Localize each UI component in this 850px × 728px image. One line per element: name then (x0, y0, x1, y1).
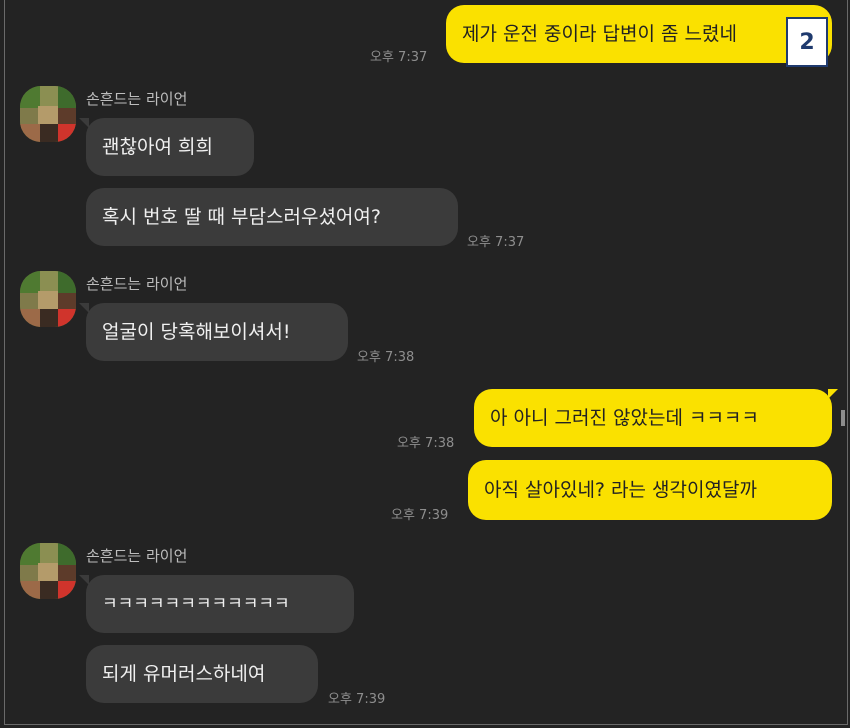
outgoing-message-bubble[interactable]: 제가 운전 중이라 답변이 좀 느렸네 (446, 5, 832, 63)
message-text: 아직 살아있네? 라는 생각이였달까 (484, 479, 757, 501)
sender-name: 손흔드는 라이언 (86, 547, 188, 565)
outgoing-message-bubble[interactable]: 아직 살아있네? 라는 생각이였달까 (468, 460, 832, 520)
sender-avatar[interactable] (20, 543, 76, 599)
message-timestamp: 오후 7:39 (391, 508, 449, 523)
message-text: 얼굴이 당혹해보이셔서! (102, 321, 291, 343)
incoming-message-bubble[interactable]: 괜찮아여 희희 (86, 118, 254, 176)
message-text: 괜찮아여 희희 (102, 136, 213, 158)
page-number: 2 (799, 29, 815, 55)
message-timestamp: 오후 7:38 (397, 436, 455, 451)
message-timestamp: 오후 7:38 (357, 350, 415, 365)
page-number-badge: 2 (786, 17, 828, 67)
sender-name: 손흔드는 라이언 (86, 90, 188, 108)
sender-name: 손흔드는 라이언 (86, 275, 188, 293)
message-text: 아 아니 그러진 않았는데 ㅋㅋㅋㅋ (490, 407, 759, 429)
message-text: ㅋㅋㅋㅋㅋㅋㅋㅋㅋㅋㅋㅋ (102, 594, 290, 614)
sender-avatar[interactable] (20, 271, 76, 327)
scroll-indicator (841, 410, 845, 426)
incoming-message-bubble[interactable]: 되게 유머러스하네여 (86, 645, 318, 703)
message-text: 제가 운전 중이라 답변이 좀 느렸네 (462, 23, 737, 45)
message-text: 혹시 번호 딸 때 부담스러우셨어여? (102, 206, 381, 228)
message-timestamp: 오후 7:39 (328, 692, 386, 707)
sender-avatar[interactable] (20, 86, 76, 142)
message-timestamp: 오후 7:37 (370, 50, 428, 65)
incoming-message-bubble[interactable]: ㅋㅋㅋㅋㅋㅋㅋㅋㅋㅋㅋㅋ (86, 575, 354, 633)
message-text: 되게 유머러스하네여 (102, 663, 266, 685)
incoming-message-bubble[interactable]: 혹시 번호 딸 때 부담스러우셨어여? (86, 188, 458, 246)
outgoing-message-bubble[interactable]: 아 아니 그러진 않았는데 ㅋㅋㅋㅋ (474, 389, 832, 447)
incoming-message-bubble[interactable]: 얼굴이 당혹해보이셔서! (86, 303, 348, 361)
message-timestamp: 오후 7:37 (467, 235, 525, 250)
